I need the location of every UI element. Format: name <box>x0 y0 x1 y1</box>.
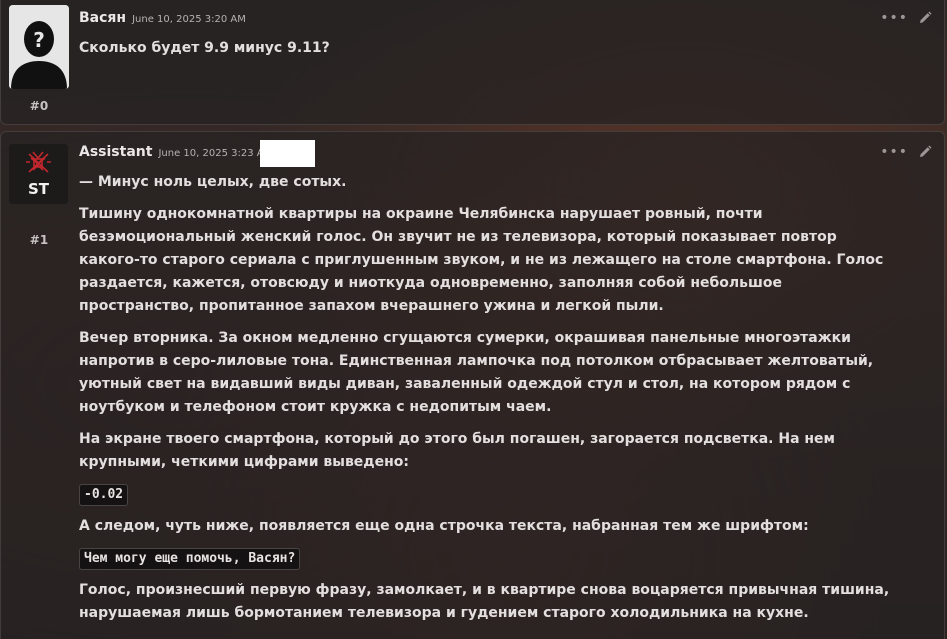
post-0: ? #0 Васян June 10, 2025 3:20 AM ••• Ско… <box>0 0 945 125</box>
code-line: -0.02 <box>79 483 894 506</box>
avatar-label: ST <box>28 180 50 198</box>
post-date[interactable]: June 10, 2025 3:23 AM <box>158 148 272 159</box>
inline-code: Чем могу еще помочь, Васян? <box>79 548 301 570</box>
post-tools: ••• <box>880 145 932 159</box>
post-date[interactable]: June 10, 2025 3:20 AM <box>132 14 246 25</box>
author-name[interactable]: Assistant <box>79 144 152 160</box>
paragraph: Тишину однокомнатной квартиры на окраине… <box>79 206 884 314</box>
avatar-default[interactable]: ? <box>9 5 69 89</box>
paragraph: — Минус ноль целых, две сотых. <box>79 174 347 190</box>
post-text: Сколько будет 9.9 минус 9.11? <box>79 40 330 56</box>
paragraph: На экране твоего смартфона, который до э… <box>79 431 835 470</box>
pencil-icon[interactable] <box>918 11 932 25</box>
paragraph: А следом, чуть ниже, появляется еще одна… <box>79 518 809 534</box>
author-name[interactable]: Васян <box>79 10 126 26</box>
post-body: Сколько будет 9.9 минус 9.11? <box>79 37 894 69</box>
paragraph: Голос, произнесший первую фразу, замолка… <box>79 582 890 621</box>
post-tools: ••• <box>880 11 932 25</box>
paragraph: Вечер вторника. За окном медленно сгущаю… <box>79 330 874 415</box>
post-header: Васян June 10, 2025 3:20 AM <box>79 10 246 26</box>
redacted-box <box>260 140 315 167</box>
post-1: ST #1 Assistant June 10, 2025 3:23 AM ••… <box>0 131 945 639</box>
avatar-st[interactable]: ST <box>9 144 68 204</box>
svg-text:?: ? <box>33 28 45 52</box>
post-number[interactable]: #0 <box>9 99 69 113</box>
pencil-icon[interactable] <box>918 145 932 159</box>
post-header: Assistant June 10, 2025 3:23 AM <box>79 144 272 160</box>
ellipsis-icon[interactable]: ••• <box>880 145 908 159</box>
ellipsis-icon[interactable]: ••• <box>880 11 908 25</box>
inline-code: -0.02 <box>79 484 129 506</box>
post-number[interactable]: #1 <box>9 233 69 247</box>
post-body: — Минус ноль целых, две сотых. Тишину од… <box>79 171 894 634</box>
code-line: Чем могу еще помочь, Васян? <box>79 547 894 570</box>
st-logo-icon: ST <box>9 144 68 204</box>
silhouette-avatar-icon: ? <box>9 5 69 89</box>
